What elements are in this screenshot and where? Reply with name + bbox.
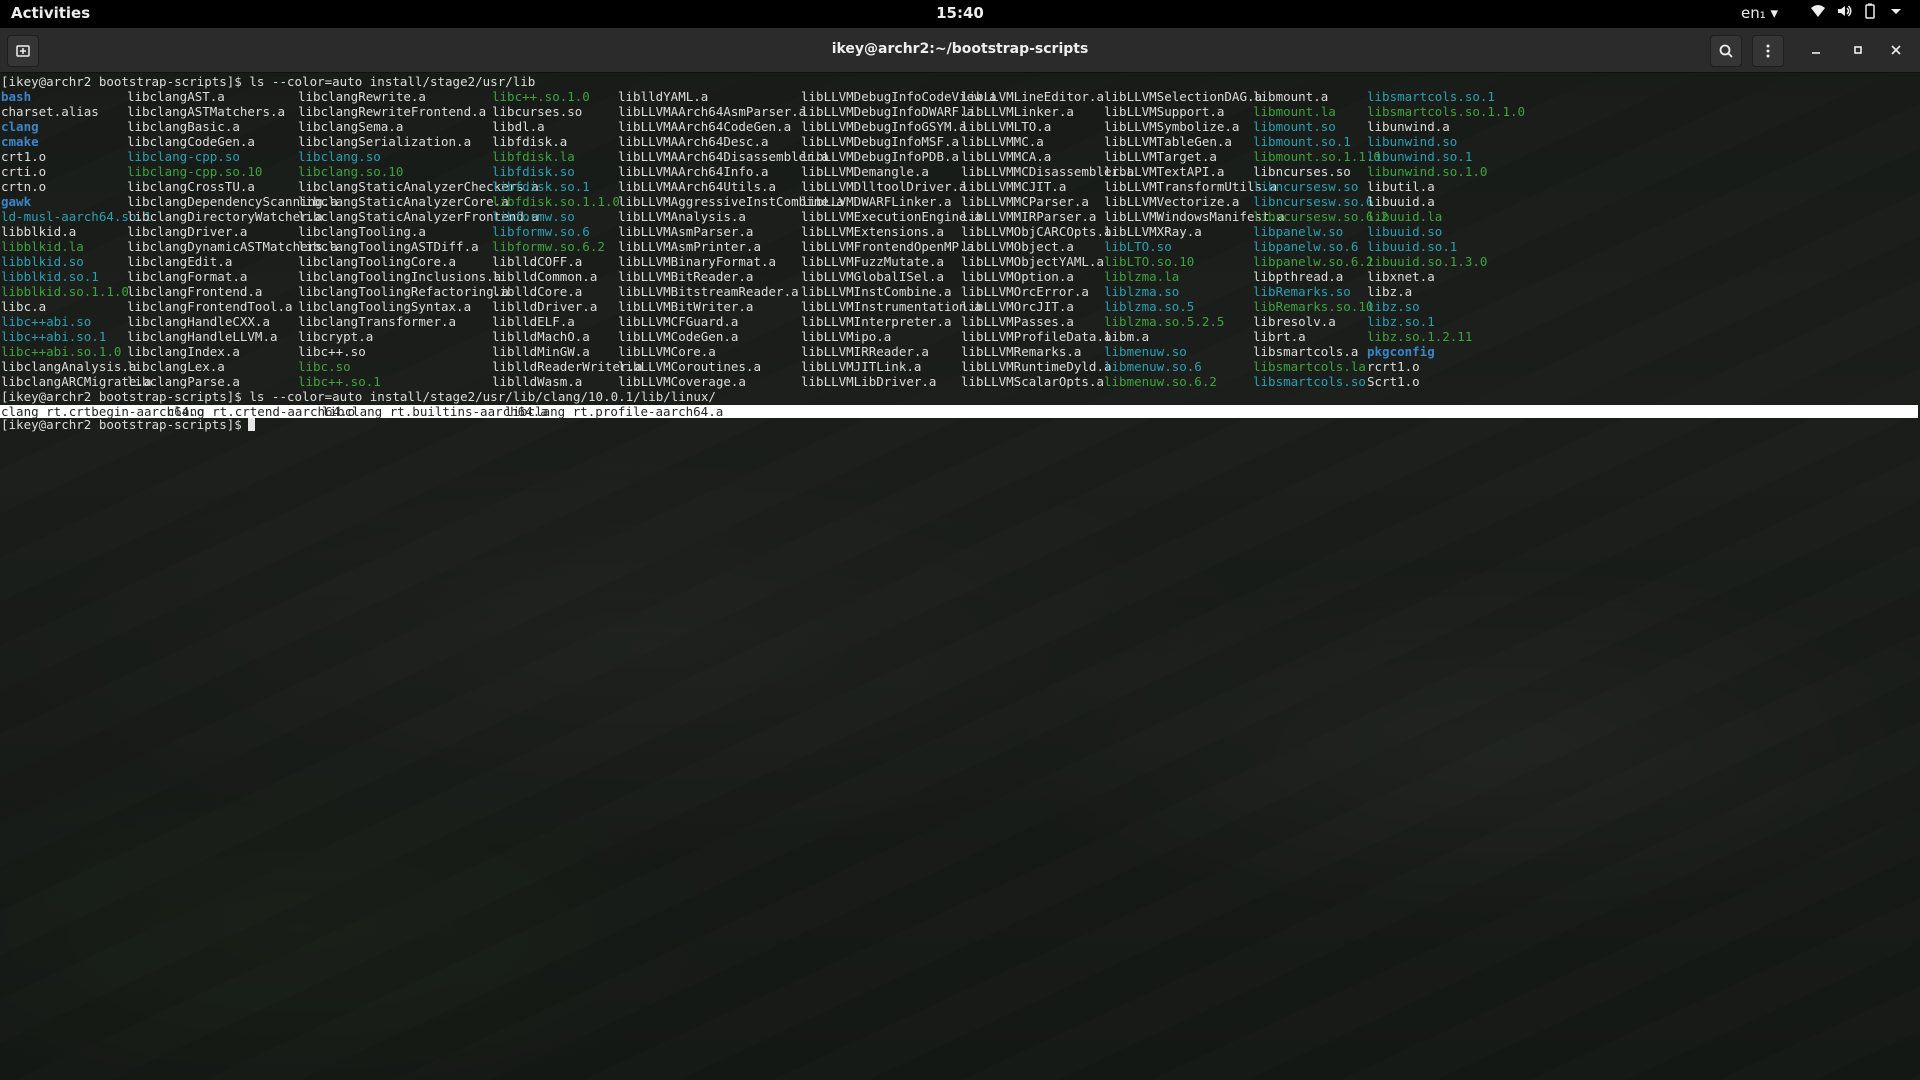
maximize-button[interactable] [1843, 35, 1873, 65]
file-entry: libunwind.so.1 [1367, 149, 1473, 164]
listing-column: libsmartcols.so.1 libsmartcols.so.1.1.0 li… [1367, 89, 1525, 389]
keyboard-layout-indicator[interactable]: en₁ ▾ [1741, 4, 1778, 22]
command-text: ls --color=auto install/stage2/usr/lib [249, 74, 536, 89]
wifi-icon [1811, 5, 1825, 17]
search-button[interactable] [1710, 35, 1742, 67]
file-entry: libuuid.so.1.3.0 [1367, 254, 1488, 269]
terminal-view[interactable]: [ikey@archr2 bootstrap-scripts]$ ls --co… [0, 72, 1920, 1080]
file-entry: libz.so.1 [1367, 314, 1435, 329]
shell-prompt: [ikey@archr2 bootstrap-scripts]$ [1, 417, 242, 432]
command-line-3: [ikey@archr2 bootstrap-scripts]$ [1, 417, 255, 432]
menu-button[interactable] [1752, 35, 1784, 67]
file-entry: libuuid.la [1367, 209, 1443, 224]
file-entry: libxnet.a [1367, 269, 1435, 284]
file-entry: libz.so.1.2.11 [1367, 329, 1473, 344]
clock[interactable]: 15:40 [0, 4, 1920, 22]
volume-icon [1838, 5, 1852, 17]
shell-prompt: [ikey@archr2 bootstrap-scripts]$ [1, 74, 242, 89]
search-icon [1719, 44, 1733, 58]
file-entry: libz.so [1367, 299, 1420, 314]
minimize-button[interactable] [1801, 35, 1831, 65]
file-entry: libz.a [1367, 284, 1413, 299]
close-icon [1891, 45, 1901, 55]
file-entry: libuuid.so.1 [1367, 239, 1458, 254]
top-bar: Activities 15:40 en₁ ▾ [0, 0, 1920, 28]
maximize-icon [1854, 46, 1862, 54]
file-entry: libunwind.so [1367, 134, 1458, 149]
shell-prompt: [ikey@archr2 bootstrap-scripts]$ [1, 389, 242, 404]
chevron-down-icon [1891, 9, 1901, 14]
file-entry: libuuid.a [1367, 194, 1435, 209]
file-entry: libclang_rt.profile-aarch64.a [505, 404, 724, 419]
kebab-menu-icon [1766, 44, 1770, 58]
file-entry: libsmartcols.so.1.1.0 [1367, 104, 1526, 119]
text-cursor [247, 418, 255, 431]
file-entry: libsmartcols.so.1 [1367, 89, 1495, 104]
window-title: ikey@archr2:~/bootstrap-scripts [831, 41, 1089, 57]
file-entry: pkgconfig [1367, 344, 1435, 359]
command-line-2: [ikey@archr2 bootstrap-scripts]$ ls --co… [1, 389, 716, 404]
terminal-headerbar: ikey@archr2:~/bootstrap-scripts [0, 28, 1920, 73]
battery-icon [1865, 3, 1875, 19]
file-entry: libutil.a [1367, 179, 1435, 194]
file-entry: libunwind.so.1.0 [1367, 164, 1488, 179]
command-line-1: [ikey@archr2 bootstrap-scripts]$ ls --co… [1, 74, 535, 89]
file-entry: rcrt1.o [1367, 359, 1420, 374]
directory-listing-selected: clang_rt.crtbegin-aarch64.o clang_rt.crte… [0, 404, 1918, 419]
command-text: ls --color=auto install/stage2/usr/lib/c… [249, 389, 716, 404]
file-entry: libuuid.so [1367, 224, 1443, 239]
close-button[interactable] [1881, 35, 1911, 65]
system-tray[interactable] [1810, 3, 1904, 19]
file-entry: libunwind.a [1367, 119, 1450, 134]
minimize-icon [1812, 52, 1820, 54]
file-entry: Scrt1.o [1367, 374, 1420, 389]
